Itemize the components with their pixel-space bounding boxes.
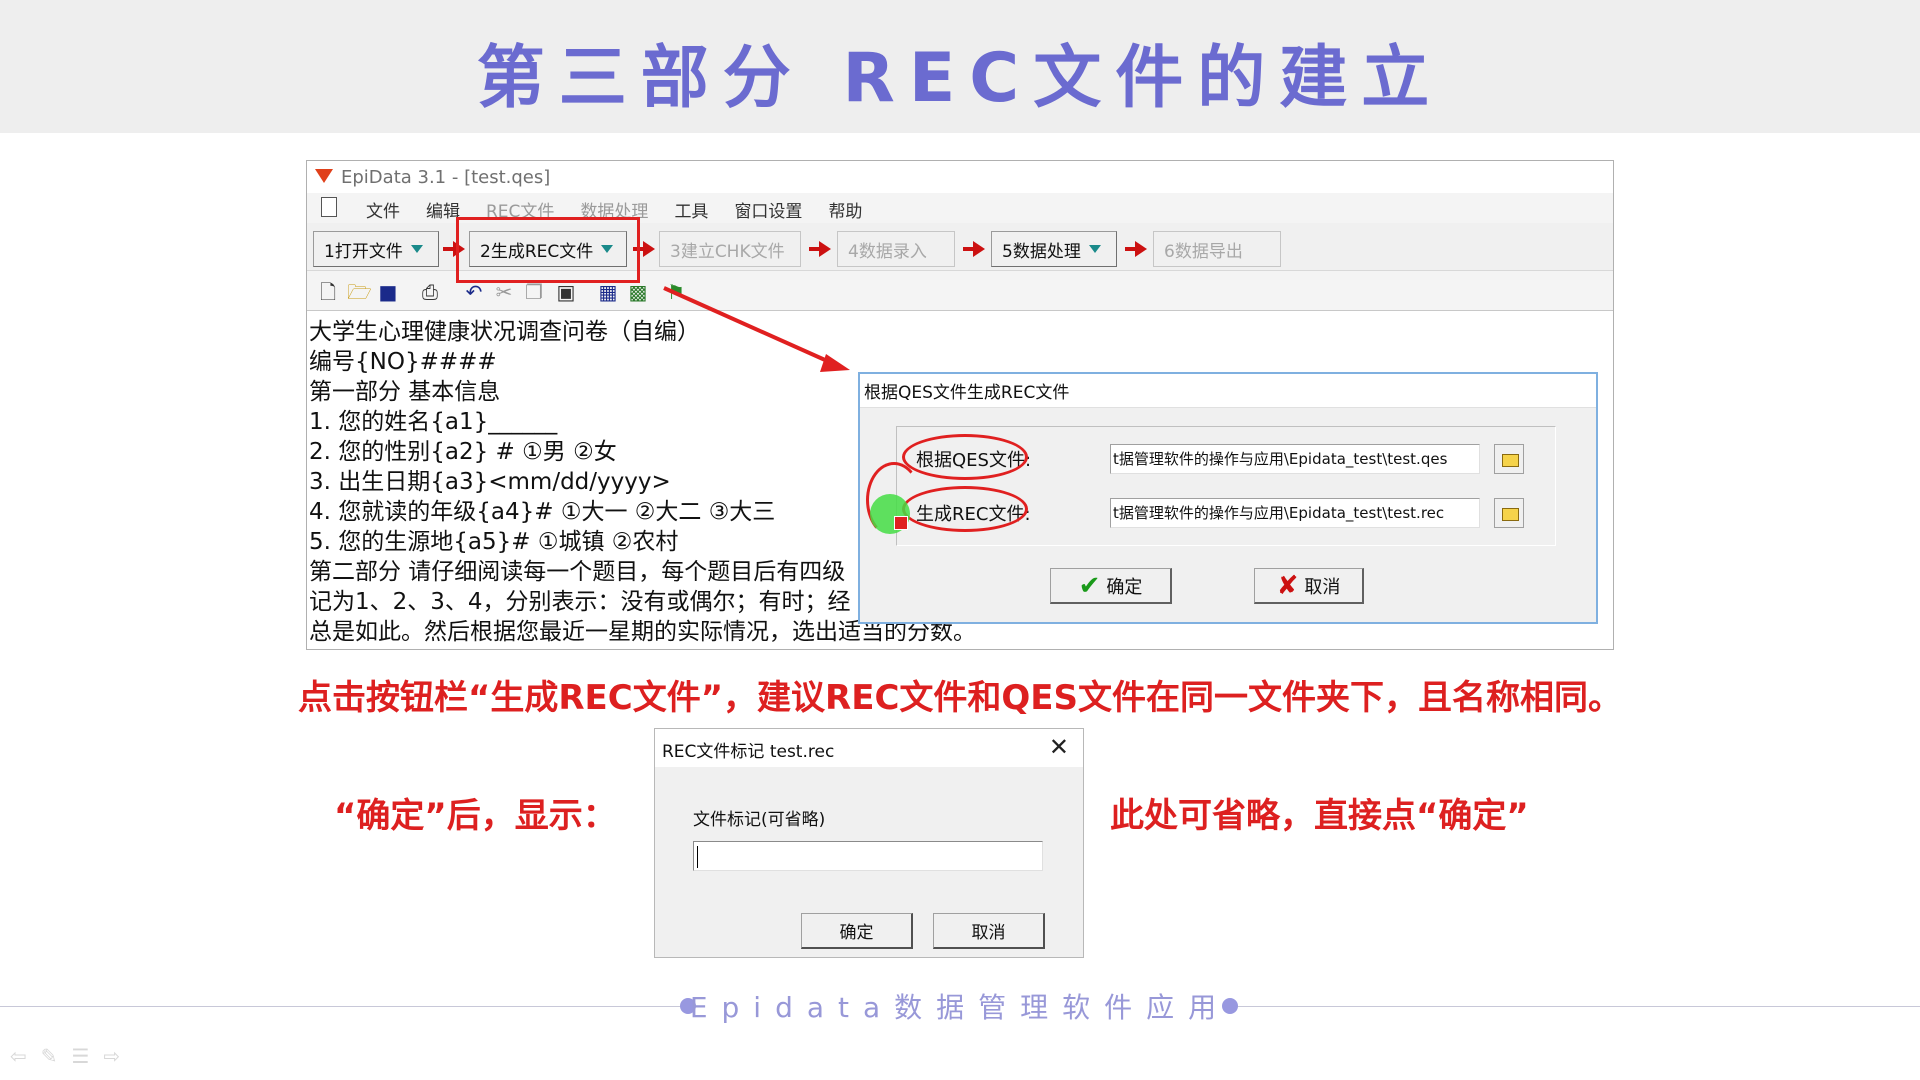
- save-icon[interactable]: ■: [377, 281, 399, 303]
- epidata-titlebar: EpiData 3.1 - [test.qes]: [307, 161, 1613, 193]
- menu-icon[interactable]: ☰: [72, 1044, 90, 1068]
- copy-icon[interactable]: ❐: [523, 281, 545, 303]
- editor-line: 2. 您的性别{a2} # ①男 ②女: [309, 439, 617, 465]
- file-tag-input[interactable]: [693, 841, 1043, 871]
- wizard-data-processing-label: 5数据处理: [1002, 241, 1081, 262]
- paste-icon[interactable]: ▣: [555, 281, 577, 303]
- dialog-titlebar: 根据QES文件生成REC文件: [860, 374, 1596, 408]
- editor-line: 记为1、2、3、4，分别表示：没有或偶尔；有时；经: [309, 589, 851, 615]
- rec-path-input[interactable]: t据管理软件的操作与应用\Epidata_test\test.rec: [1110, 498, 1480, 528]
- dialog-title: REC文件标记 test.rec: [662, 742, 835, 762]
- browse-qes-folder-icon[interactable]: [1494, 444, 1524, 474]
- checkmark-icon: ✔: [1078, 570, 1101, 601]
- document-icon: [321, 197, 337, 217]
- menu-window[interactable]: 窗口设置: [721, 197, 815, 222]
- wizard-build-chk-button[interactable]: 3建立CHK文件: [659, 231, 801, 267]
- new-file-icon[interactable]: 🗋: [317, 281, 339, 303]
- qes-path-input[interactable]: t据管理软件的操作与应用\Epidata_test\test.qes: [1110, 444, 1480, 474]
- print-icon[interactable]: ⎙: [419, 281, 441, 303]
- previous-icon[interactable]: ⇦: [10, 1044, 27, 1068]
- window-title: EpiData 3.1 - [test.qes]: [341, 167, 551, 188]
- wizard-data-entry-button[interactable]: 4数据录入: [837, 231, 955, 267]
- epidata-logo-icon: [315, 169, 333, 183]
- browse-rec-folder-icon[interactable]: [1494, 498, 1524, 528]
- next-icon[interactable]: ⇨: [103, 1044, 120, 1068]
- wizard-arrow-icon: [963, 241, 987, 257]
- field-icon[interactable]: ▩: [627, 281, 649, 303]
- preview-icon[interactable]: ▦: [597, 281, 619, 303]
- wizard-data-export-button[interactable]: 6数据导出: [1153, 231, 1281, 267]
- wizard-arrow-icon: [1125, 241, 1149, 257]
- editor-line: 3. 出生日期{a3}<mm/dd/yyyy>: [309, 469, 671, 495]
- menu-help[interactable]: 帮助: [815, 197, 875, 222]
- cursor-marker: [894, 516, 908, 530]
- wizard-data-entry-label: 4数据录入: [848, 241, 927, 262]
- dropdown-icon: [1088, 245, 1101, 253]
- instruction-left: “确定”后，显示：: [334, 796, 617, 836]
- pen-icon[interactable]: ✎: [41, 1044, 58, 1068]
- run-icon[interactable]: ⚑: [665, 281, 687, 303]
- open-folder-icon[interactable]: 🗁: [347, 281, 372, 303]
- wizard-data-export-label: 6数据导出: [1164, 241, 1243, 262]
- editor-line: 4. 您就读的年级{a4}# ①大一 ②大二 ③大三: [309, 499, 776, 525]
- editor-line: 第一部分 基本信息: [309, 379, 501, 405]
- footer-text: Epidata数据管理软件应用: [689, 991, 1231, 1024]
- cancel-label: 取消: [1304, 576, 1341, 598]
- cut-icon[interactable]: ✂: [493, 281, 515, 303]
- editor-line: 第二部分 请仔细阅读每一个题目，每个题目后有四级: [309, 559, 846, 585]
- editor-line: 编号{NO}####: [309, 349, 497, 375]
- editor-line: 大学生心理健康状况调查问卷（自编）: [309, 319, 700, 345]
- text-caret: [697, 846, 698, 868]
- wizard-data-processing-button[interactable]: 5数据处理: [991, 231, 1117, 267]
- cancel-button[interactable]: ✘ 取消: [1254, 568, 1364, 604]
- file-tag-label: 文件标记(可省略): [693, 810, 826, 830]
- ok-button[interactable]: 确定: [801, 913, 913, 949]
- highlight-box: [456, 217, 640, 283]
- annotation-circle-qes: [902, 434, 1028, 480]
- cancel-button[interactable]: 取消: [933, 913, 1045, 949]
- wizard-open-file-label: 1打开文件: [324, 241, 403, 262]
- slide-title: 第三部分 REC文件的建立: [476, 39, 1444, 118]
- menu-tools[interactable]: 工具: [661, 197, 721, 222]
- dropdown-icon: [410, 245, 423, 253]
- wizard-arrow-icon: [809, 241, 833, 257]
- instruction-right: 此处可省略，直接点“确定”: [1110, 796, 1529, 836]
- cross-icon: ✘: [1276, 570, 1299, 601]
- editor-line: 1. 您的姓名{a1}______: [309, 409, 558, 435]
- ok-button[interactable]: ✔ 确定: [1050, 568, 1172, 604]
- slide-nav: ⇦ ✎ ☰ ⇨: [10, 1044, 120, 1068]
- cancel-label: 取消: [971, 923, 1006, 943]
- dialog-titlebar: REC文件标记 test.rec ✕: [655, 729, 1083, 767]
- close-icon[interactable]: ✕: [1049, 733, 1069, 761]
- menu-file[interactable]: 文件: [353, 197, 413, 222]
- rec-tag-dialog: REC文件标记 test.rec ✕ 文件标记(可省略) 确定 取消: [654, 728, 1084, 958]
- wizard-open-file-button[interactable]: 1打开文件: [313, 231, 439, 267]
- undo-icon[interactable]: ↶: [463, 281, 485, 303]
- dialog-title: 根据QES文件生成REC文件: [864, 383, 1070, 403]
- editor-line: 5. 您的生源地{a5}# ①城镇 ②农村: [309, 529, 679, 555]
- ok-label: 确定: [1106, 576, 1143, 598]
- slide-header: 第三部分 REC文件的建立: [0, 0, 1920, 133]
- wizard-build-chk-label: 3建立CHK文件: [670, 241, 785, 262]
- ok-label: 确定: [839, 923, 874, 943]
- instruction-main: 点击按钮栏“生成REC文件”，建议REC文件和QES文件在同一文件夹下，且名称相…: [297, 678, 1623, 718]
